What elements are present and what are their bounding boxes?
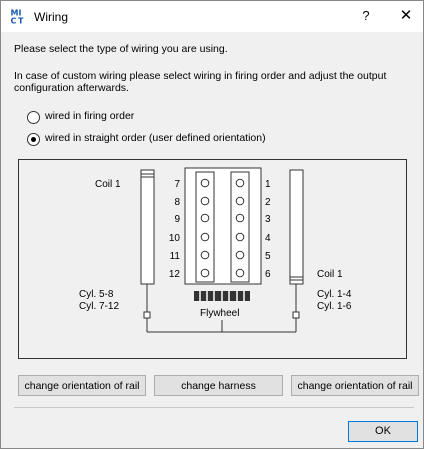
app-logo-icon: M I C T — [10, 8, 26, 24]
help-button[interactable]: ? — [353, 5, 379, 27]
coil-label-right: Coil 1 — [317, 269, 343, 280]
cyl-number: 11 — [170, 251, 181, 262]
svg-text:T: T — [18, 17, 24, 25]
cyl-group-left-1: Cyl. 5-8 — [79, 289, 114, 300]
change-orientation-right-button[interactable]: change orientation of rail — [291, 375, 419, 396]
cylinder-bank-left — [195, 171, 215, 283]
right-rail — [289, 169, 304, 285]
wiring-diagram-svg: Flywheel 7 8 9 10 11 12 1 2 3 4 5 6 Coil… — [79, 167, 352, 333]
separator — [14, 407, 414, 408]
window-title: Wiring — [34, 10, 69, 24]
cyl-number: 6 — [265, 269, 271, 280]
left-rail — [140, 169, 155, 285]
intro-text-1: Please select the type of wiring you are… — [14, 43, 228, 55]
cyl-group-left-2: Cyl. 7-12 — [79, 301, 119, 312]
cyl-number: 9 — [174, 214, 180, 225]
cyl-number: 5 — [265, 251, 271, 262]
svg-text:C: C — [11, 17, 17, 25]
radio-button-selected[interactable] — [27, 133, 40, 146]
close-button[interactable]: ✕ — [391, 5, 421, 27]
flywheel-icon — [194, 291, 250, 301]
intro-text-2: In case of custom wiring please select w… — [14, 70, 387, 82]
cyl-group-right-2: Cyl. 1-6 — [317, 301, 352, 312]
ok-button[interactable]: OK — [348, 421, 418, 442]
cyl-number: 7 — [174, 179, 180, 190]
cyl-number: 1 — [265, 179, 271, 190]
wiring-dialog: M I C T Wiring ? ✕ Please select the typ… — [0, 0, 424, 449]
cyl-number: 3 — [265, 214, 271, 225]
coil-label-left: Coil 1 — [95, 179, 121, 190]
cylinder-bank-right — [230, 171, 250, 283]
title-bar: M I C T Wiring ? ✕ — [1, 1, 423, 32]
wiring-diagram: Flywheel 7 8 9 10 11 12 1 2 3 4 5 6 Coil… — [18, 159, 407, 359]
radio-label: wired in firing order — [45, 110, 135, 122]
change-orientation-left-button[interactable]: change orientation of rail — [18, 375, 146, 396]
cyl-number: 8 — [174, 197, 180, 208]
intro-text-3: configuration afterwards. — [14, 82, 129, 94]
radio-label: wired in straight order (user defined or… — [45, 132, 266, 144]
cyl-number: 2 — [265, 197, 271, 208]
cyl-number: 4 — [265, 233, 271, 244]
cyl-number: 12 — [169, 269, 181, 280]
change-harness-button[interactable]: change harness — [154, 375, 283, 396]
cyl-number: 10 — [169, 233, 181, 244]
radio-button[interactable] — [27, 111, 40, 124]
cyl-group-right-1: Cyl. 1-4 — [317, 289, 352, 300]
flywheel-label: Flywheel — [200, 308, 239, 319]
